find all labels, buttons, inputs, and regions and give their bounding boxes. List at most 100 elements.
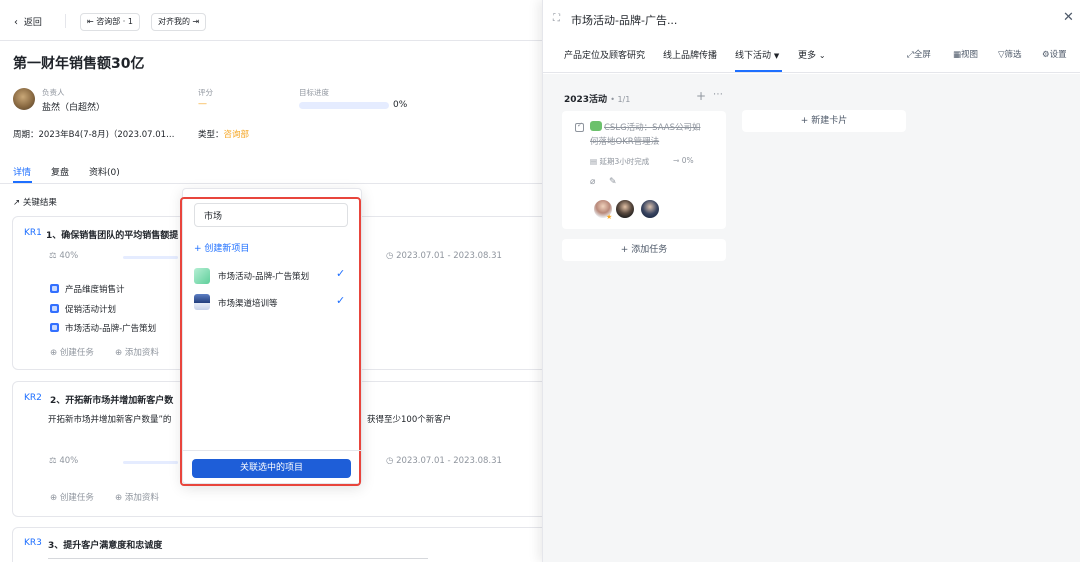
kr3-desc-placeholder xyxy=(48,558,428,559)
tab-review[interactable]: 复盘 xyxy=(51,165,69,178)
type-field: 类型：咨询部 xyxy=(198,130,250,140)
chevron-left-icon: ‹ xyxy=(14,17,18,28)
avatar[interactable] xyxy=(641,200,659,218)
owner-name[interactable]: 盐然（白超然） xyxy=(42,100,105,113)
kr1-task-2[interactable]: 促销活动计划 xyxy=(65,303,116,315)
link-icon: ⇤ xyxy=(87,17,94,26)
kr1-create-task-button[interactable]: ⊕ 创建任务 xyxy=(50,346,94,358)
kr1-title[interactable]: 1、确保销售团队的平均销售额提 xyxy=(46,228,178,241)
period-text: 周期：2023年B4(7-8月)（2023.07.01… xyxy=(13,130,175,140)
tab-detail[interactable]: 详情 xyxy=(13,165,31,178)
task-icon xyxy=(50,304,59,313)
drawer-title: 市场活动-品牌-广告... xyxy=(571,14,678,27)
add-task-button[interactable]: + 添加任务 xyxy=(562,239,726,261)
card-title-line-1: CSLG活动：SAAS公司如 xyxy=(604,123,701,133)
plus-circle-icon: ⊕ xyxy=(115,493,123,503)
kr1-add-material-button[interactable]: ⊕ 添加资料 xyxy=(115,346,159,358)
caret-down-icon: ▼ xyxy=(773,52,780,60)
column-add-icon[interactable]: + xyxy=(696,89,706,103)
attachment-icon[interactable]: ⌀ xyxy=(590,177,595,187)
tab-materials[interactable]: 资料(0) xyxy=(89,165,120,178)
tabs-divider xyxy=(0,183,542,184)
check-icon: ✓ xyxy=(336,267,346,280)
link-selected-projects-button[interactable]: 关联选中的项目 xyxy=(192,459,351,478)
clock-icon: ◷ xyxy=(386,456,394,466)
page-title: 第一财年销售额30亿 xyxy=(13,56,145,72)
back-button[interactable]: ‹ 返回 xyxy=(14,15,42,28)
card-title-line-2: 何落地OKR管理法 xyxy=(590,137,660,147)
settings-button[interactable]: ⚙设置 xyxy=(1042,48,1067,60)
owner-label: 负责人 xyxy=(42,88,65,97)
clock-icon: ◷ xyxy=(386,251,394,261)
tab-product-research[interactable]: 产品定位及顾客研究 xyxy=(564,48,645,61)
star-badge-icon: ★ xyxy=(606,213,613,221)
progress-bar xyxy=(299,102,389,109)
card-progress: ⊸ 0% xyxy=(673,156,694,165)
chevron-down-icon: ⌄ xyxy=(818,51,826,60)
card-delay-status: ▤ 延期3小时完成 xyxy=(590,157,650,166)
kr2-weight: ⚖ 40% xyxy=(49,456,79,466)
score-label: 评分 xyxy=(198,88,213,97)
project-option-1-label: 市场活动-品牌-广告策划 xyxy=(218,272,310,282)
kr2-desc-right: 获得至少100个新客户 xyxy=(367,415,452,425)
column-more-icon[interactable]: ⋯ xyxy=(713,89,723,100)
divider xyxy=(65,14,66,28)
column-header: 2023活动 • 1/1 xyxy=(564,95,631,105)
progress-label: 目标进度 xyxy=(299,88,329,97)
plus-circle-icon: ⊕ xyxy=(115,348,123,358)
kr1-task-3[interactable]: 市场活动-品牌-广告策划 xyxy=(65,322,156,334)
kr1-task-1[interactable]: 产品维度销售计 xyxy=(65,283,125,295)
tab-offline-activity[interactable]: 线下活动 ▼ xyxy=(735,48,779,61)
kr3-tag: KR3 xyxy=(24,538,42,548)
kr1-weight: ⚖ 40% xyxy=(49,251,79,261)
align-icon: ⇥ xyxy=(192,17,200,26)
dept-button[interactable]: ⇤ 咨询部 · 1 xyxy=(80,13,140,31)
kr3-title[interactable]: 3、提升客户满意度和忠诚度 xyxy=(48,538,162,551)
kr1-tag: KR1 xyxy=(24,228,42,238)
tab-online-brand[interactable]: 线上品牌传播 xyxy=(663,48,717,61)
kr2-add-material-button[interactable]: ⊕ 添加资料 xyxy=(115,491,159,503)
task-icon xyxy=(50,323,59,332)
dropdown-footer-divider xyxy=(183,450,361,451)
avatar[interactable] xyxy=(616,200,634,218)
kr2-tag: KR2 xyxy=(24,393,42,403)
plus-circle-icon: ⊕ xyxy=(50,493,58,503)
expand-icon[interactable]: ⛶ xyxy=(553,13,560,24)
new-card-button[interactable]: + 新建卡片 xyxy=(742,110,906,132)
create-new-project-button[interactable]: + 创建新项目 xyxy=(194,241,249,254)
kr1-progress-bar xyxy=(123,256,178,259)
plus-icon: + xyxy=(194,244,202,254)
kr2-title[interactable]: 2、开拓新市场并增加新客户数 xyxy=(50,393,173,406)
close-icon[interactable]: ✕ xyxy=(1063,10,1074,25)
plus-circle-icon: ⊕ xyxy=(50,348,58,358)
plus-icon: + xyxy=(800,116,809,126)
topbar-divider xyxy=(0,40,542,41)
scale-icon: ⚖ xyxy=(49,456,57,466)
calendar-icon: ▤ xyxy=(590,157,598,166)
card-emoji-icon xyxy=(590,121,602,131)
edit-icon[interactable]: ✎ xyxy=(609,177,617,187)
project-search-input[interactable] xyxy=(194,203,348,227)
view-button[interactable]: ▦视图 xyxy=(953,48,978,60)
kr2-desc-left: 开拓新市场并增加新客户数量”的 xyxy=(48,415,172,425)
filter-button[interactable]: ▽筛选 xyxy=(998,48,1022,60)
plus-icon: + xyxy=(620,245,629,255)
project-thumb xyxy=(194,268,210,284)
check-mark-icon: ✓ xyxy=(577,121,583,129)
tab-more[interactable]: 更多 ⌄ xyxy=(798,48,826,61)
kr2-create-task-button[interactable]: ⊕ 创建任务 xyxy=(50,491,94,503)
key-results-header: ↗ 关键结果 xyxy=(13,198,57,208)
trend-up-icon: ↗ xyxy=(13,198,21,208)
checkbox-icon[interactable]: ✓ xyxy=(575,121,584,132)
fullscreen-button[interactable]: ⤢全屏 xyxy=(907,48,931,60)
kr1-date: ◷ 2023.07.01 - 2023.08.31 xyxy=(386,251,502,261)
gear-icon: ⚙ xyxy=(1042,50,1050,60)
check-icon: ✓ xyxy=(336,294,346,307)
project-option-2-label: 市场渠道培训等 xyxy=(218,299,278,309)
kanban-board: 2023活动 • 1/1 + ⋯ ✓ CSLG活动：SAAS公司如 何落地OKR… xyxy=(543,74,1080,562)
owner-avatar xyxy=(13,88,35,110)
align-mine-button[interactable]: 对齐我的 ⇥ xyxy=(151,13,207,31)
progress-value: 0% xyxy=(393,100,408,110)
project-thumb xyxy=(194,294,210,310)
progress-icon: ⊸ xyxy=(673,156,680,165)
